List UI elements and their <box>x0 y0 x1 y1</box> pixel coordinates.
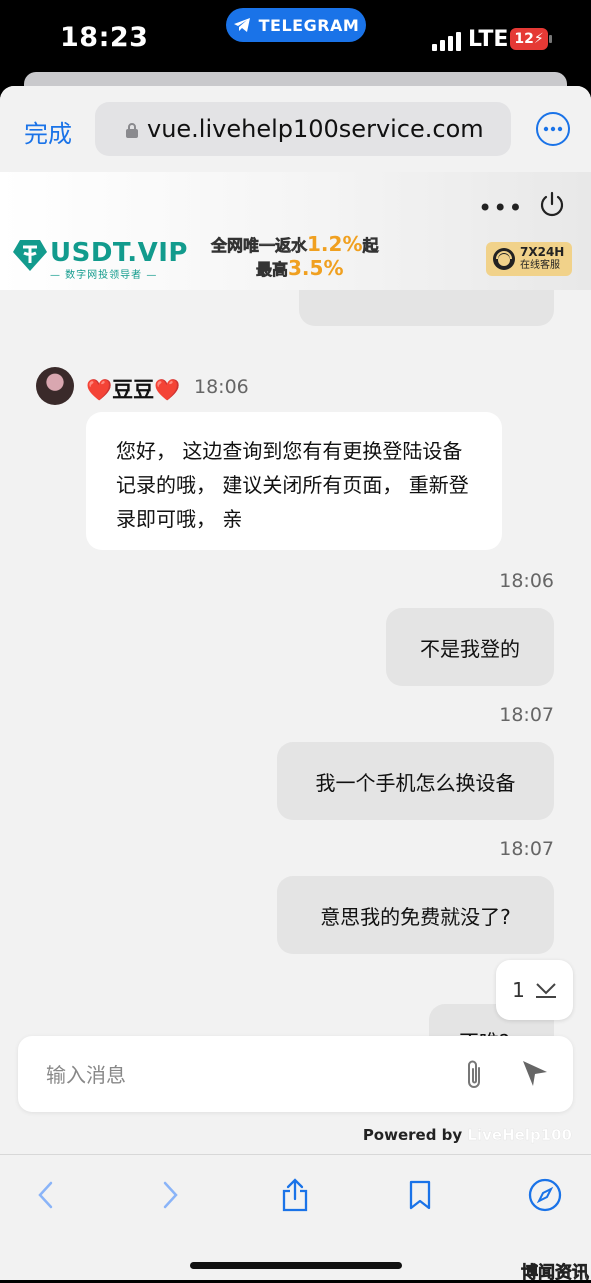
promo-line-1: 全网唯一返水1.2%起 <box>211 232 379 256</box>
telegram-icon <box>233 18 250 32</box>
battery-level: 12 <box>514 31 534 47</box>
share-icon[interactable] <box>273 1173 317 1217</box>
user-message-time: 18:07 <box>499 704 554 726</box>
user-message-bubble: 不是我登的 <box>386 608 554 686</box>
compass-icon[interactable] <box>523 1173 567 1217</box>
watermark: 博闻资讯 <box>521 1263 590 1283</box>
service-hours: 7X24H <box>520 245 565 259</box>
power-icon[interactable] <box>538 190 566 218</box>
promo-line-1-suffix: 起 <box>362 236 379 256</box>
signal-icon <box>432 32 461 51</box>
battery-icon: 12 ⚡ <box>510 28 552 50</box>
chat-messages[interactable]: ❤️豆豆❤️ 18:06 您好， 这边查询到您有有更换登陆设备记录的哦， 建议关… <box>0 290 591 1036</box>
promo-line-2-prefix: 最高 <box>256 260 289 280</box>
headset-icon <box>493 248 515 270</box>
agent-message-time: 18:06 <box>194 376 249 398</box>
lock-icon <box>126 123 138 138</box>
url-field[interactable]: vue.livehelp100service.com <box>95 102 511 156</box>
message-input[interactable] <box>44 1056 438 1094</box>
back-icon[interactable] <box>24 1173 68 1217</box>
network-type: LTE <box>468 27 509 52</box>
previous-message-bubble <box>299 290 554 326</box>
ellipsis-circle-icon[interactable] <box>536 112 570 146</box>
partial-message-text: 不唯? <box>459 1026 510 1036</box>
send-icon[interactable] <box>520 1058 550 1088</box>
agent-avatar <box>36 367 74 405</box>
url-text: vue.livehelp100service.com <box>147 115 484 143</box>
agent-name: ❤️豆豆❤️ <box>86 378 181 402</box>
user-message-time: 18:07 <box>499 838 554 860</box>
user-message-time: 18:06 <box>499 570 554 592</box>
browser-address-bar: 完成 vue.livehelp100service.com <box>0 86 591 172</box>
done-button[interactable]: 完成 <box>24 114 72 149</box>
status-bar: 18:23 TELEGRAM LTE 12 ⚡ <box>0 0 591 72</box>
promo-line-2: 最高3.5% <box>256 256 344 280</box>
promo-line-2-value: 3.5% <box>288 256 344 280</box>
telegram-pill-label: TELEGRAM <box>258 15 360 35</box>
usdt-logo-icon <box>13 240 47 271</box>
browser-sheet: 完成 vue.livehelp100service.com ••• USDT.V… <box>0 86 591 1280</box>
agent-message-bubble: 您好， 这边查询到您有有更换登陆设备记录的哦， 建议关闭所有页面， 重新登录即可… <box>86 412 502 550</box>
header-more-button[interactable]: ••• <box>478 194 523 222</box>
home-indicator <box>190 1262 402 1269</box>
online-service-badge[interactable]: 7X24H 在线客服 <box>486 242 572 276</box>
site-logo-subtitle: — 数字网投领导者 — <box>50 270 158 281</box>
powered-by: Powered by LiveHelp100 <box>363 1126 572 1144</box>
bookmarks-icon[interactable] <box>398 1173 442 1217</box>
service-label: 在线客服 <box>520 260 560 271</box>
promo-line-1-value: 1.2% <box>307 232 363 256</box>
forward-icon[interactable] <box>148 1173 192 1217</box>
promo-line-1-prefix: 全网唯一返水 <box>211 236 308 256</box>
chevron-down-icon <box>535 983 556 998</box>
status-time: 18:23 <box>60 22 149 53</box>
paperclip-icon[interactable] <box>461 1058 487 1092</box>
telegram-return-pill[interactable]: TELEGRAM <box>226 8 366 42</box>
powered-by-brand[interactable]: LiveHelp100 <box>467 1126 572 1144</box>
message-composer <box>18 1036 573 1112</box>
user-message-bubble: 我一个手机怎么换设备 <box>277 742 554 820</box>
unread-count: 1 <box>512 978 525 1002</box>
site-logo-text: USDT.VIP <box>50 238 188 268</box>
user-message-bubble: 意思我的免费就没了? <box>277 876 554 954</box>
scroll-to-bottom-button[interactable]: 1 <box>496 960 573 1020</box>
powered-by-label: Powered by <box>362 1126 463 1144</box>
